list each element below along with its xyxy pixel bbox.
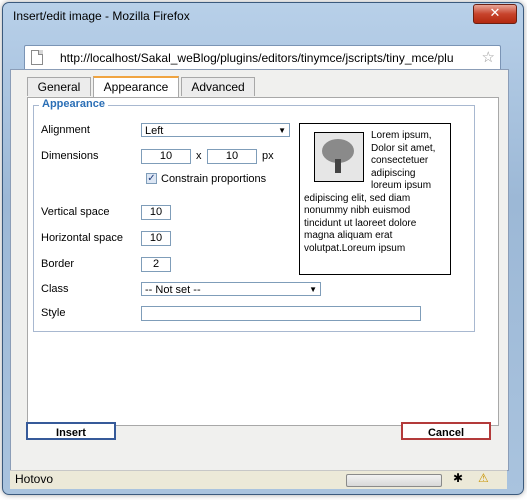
warning-icon[interactable]: ⚠ xyxy=(478,471,489,485)
window-title: Insert/edit image - Mozilla Firefox xyxy=(13,9,190,23)
dimensions-label: Dimensions xyxy=(41,150,99,162)
tree-image-icon xyxy=(314,132,364,182)
class-select[interactable]: -- Not set -- ▼ xyxy=(141,282,321,296)
hspace-input[interactable]: 10 xyxy=(141,231,171,246)
chevron-down-icon: ▼ xyxy=(278,126,286,135)
cancel-button[interactable]: Cancel xyxy=(401,422,491,440)
vspace-input[interactable]: 10 xyxy=(141,205,171,220)
vspace-label: Vertical space xyxy=(41,206,110,218)
title-bar[interactable]: Insert/edit image - Mozilla Firefox ✕ xyxy=(3,3,523,31)
dialog-body: General Appearance Advanced Appearance A… xyxy=(10,69,509,471)
border-label: Border xyxy=(41,258,75,270)
style-label: Style xyxy=(41,307,66,319)
alignment-label: Alignment xyxy=(41,124,90,136)
close-window-button[interactable]: ✕ xyxy=(473,4,517,24)
tab-advanced[interactable]: Advanced xyxy=(181,77,255,96)
height-input[interactable]: 10 xyxy=(207,149,257,164)
progress-bar xyxy=(346,474,442,487)
url-bar[interactable]: http://localhost/Sakal_weBlog/plugins/ed… xyxy=(24,45,501,71)
width-input[interactable]: 10 xyxy=(141,149,191,164)
constrain-checkbox[interactable]: ✓ xyxy=(146,173,157,184)
alignment-value: Left xyxy=(145,125,164,137)
status-text: Hotovo xyxy=(15,472,54,486)
unit-label: px xyxy=(262,150,274,162)
tab-panel: Appearance Alignment Left ▼ Dimensions 1… xyxy=(27,97,499,426)
border-input[interactable]: 2 xyxy=(141,257,171,272)
bookmark-star-icon[interactable]: ☆ xyxy=(482,48,495,66)
page-icon xyxy=(31,50,43,65)
tab-general[interactable]: General xyxy=(27,77,91,96)
class-value: -- Not set -- xyxy=(145,284,201,296)
times-sign: x xyxy=(196,150,202,162)
url-text: http://localhost/Sakal_weBlog/plugins/ed… xyxy=(60,51,454,65)
constrain-label: Constrain proportions xyxy=(161,173,267,185)
bug-icon[interactable]: ✱ xyxy=(453,471,463,485)
alignment-select[interactable]: Left ▼ xyxy=(141,123,290,137)
status-bar: Hotovo ✱ ⚠ xyxy=(10,470,507,489)
style-input[interactable] xyxy=(141,306,421,321)
class-label: Class xyxy=(41,283,69,295)
insert-button[interactable]: Insert xyxy=(26,422,116,440)
fieldset-legend: Appearance xyxy=(39,98,108,110)
tab-appearance[interactable]: Appearance xyxy=(93,76,179,98)
chevron-down-icon: ▼ xyxy=(309,285,317,294)
image-preview: Lorem ipsum, Dolor sit amet, consectetue… xyxy=(299,123,451,275)
close-icon: ✕ xyxy=(489,6,501,21)
hspace-label: Horizontal space xyxy=(41,232,123,244)
appearance-fieldset: Appearance Alignment Left ▼ Dimensions 1… xyxy=(33,98,475,332)
